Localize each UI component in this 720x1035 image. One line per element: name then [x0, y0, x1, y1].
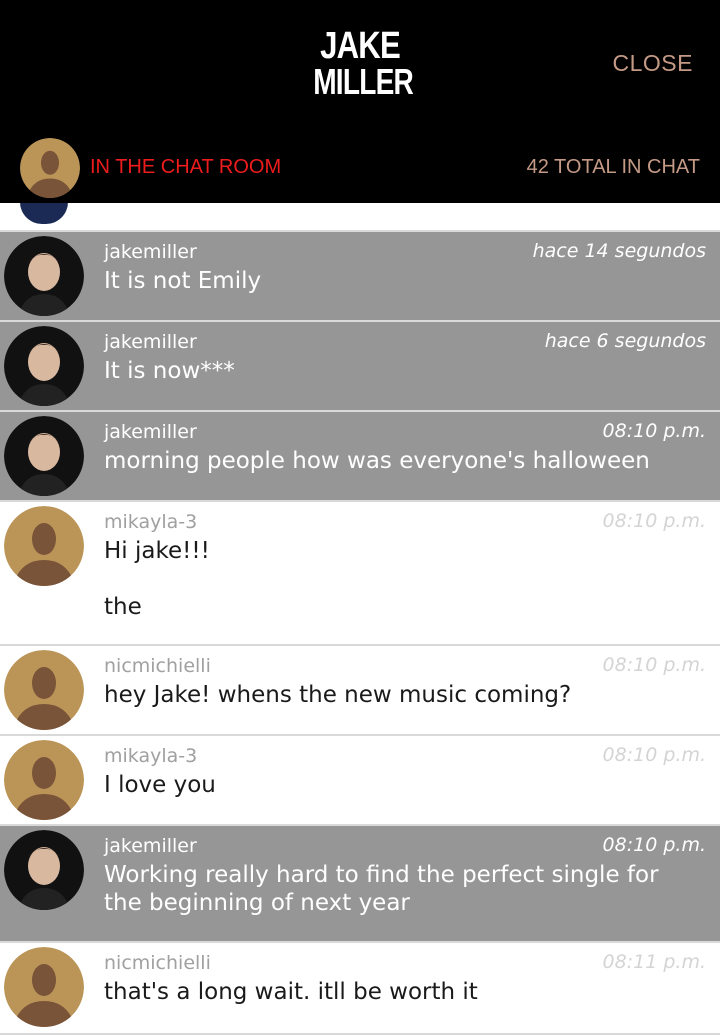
message-timestamp: 08:11 p.m. [602, 951, 706, 973]
host-avatar-icon [4, 830, 84, 910]
message-username: jakemiller [104, 835, 197, 857]
message-timestamp: hace 14 segundos [532, 240, 706, 262]
avatar [4, 650, 84, 730]
message-username: mikayla-3 [104, 511, 198, 533]
message-timestamp: 08:10 p.m. [602, 834, 706, 856]
default-avatar-icon [4, 740, 84, 820]
message-timestamp: 08:10 p.m. [602, 420, 706, 442]
message-item: nicmichielli 08:10 p.m. hey Jake! whens … [0, 646, 720, 736]
host-avatar-icon [4, 326, 84, 406]
avatar [4, 326, 84, 406]
message-list[interactable]: jakemiller hace 14 segundos It is not Em… [0, 140, 720, 1035]
message-username: jakemiller [104, 331, 197, 353]
message-text: Working really hard to find the perfect … [104, 862, 659, 916]
total-in-chat-count: 42 TOTAL IN CHAT [526, 156, 700, 178]
default-avatar-icon [4, 506, 84, 586]
avatar [4, 416, 84, 496]
message-timestamp: 08:10 p.m. [602, 654, 706, 676]
message-text: Hi jake!!! [104, 538, 210, 564]
logo-line-1: JAKE [320, 25, 401, 67]
default-avatar-icon [4, 947, 84, 1027]
message-item: jakemiller 08:10 p.m. Working really har… [0, 826, 720, 943]
message-username: nicmichielli [104, 655, 211, 677]
default-avatar-icon [4, 650, 84, 730]
avatar [4, 506, 84, 586]
close-button[interactable]: CLOSE [613, 50, 693, 77]
message-item: mikayla-3 08:10 p.m. Hi jake!!! the [0, 502, 720, 646]
chat-room-bar: IN THE CHAT ROOM 42 TOTAL IN CHAT [0, 135, 720, 203]
message-text: morning people how was everyone's hallow… [104, 448, 650, 474]
message-item: jakemiller 08:10 p.m. morning people how… [0, 412, 720, 502]
avatar [4, 947, 84, 1027]
message-item: nicmichielli 08:11 p.m. that's a long wa… [0, 943, 720, 1035]
message-item: mikayla-3 08:10 p.m. I love you [0, 736, 720, 826]
message-text-line2: the [104, 594, 142, 620]
avatar [4, 740, 84, 820]
message-timestamp: hace 6 segundos [544, 330, 706, 352]
host-avatar-icon [4, 236, 84, 316]
message-item: jakemiller hace 6 segundos It is now*** [0, 322, 720, 412]
message-username: jakemiller [104, 421, 197, 443]
message-text: I love you [104, 772, 216, 798]
message-username: mikayla-3 [104, 745, 198, 767]
message-username: nicmichielli [104, 952, 211, 974]
current-user-avatar[interactable] [20, 138, 80, 198]
message-text: It is now*** [104, 358, 235, 384]
host-avatar-icon [4, 416, 84, 496]
message-text: hey Jake! whens the new music coming? [104, 682, 572, 708]
logo-line-2: MILLER [313, 61, 414, 102]
message-username: jakemiller [104, 241, 197, 263]
artist-logo: JAKE MILLER [300, 25, 420, 102]
avatar [4, 830, 84, 910]
default-avatar-icon [20, 138, 80, 198]
message-timestamp: 08:10 p.m. [602, 510, 706, 532]
message-timestamp: 08:10 p.m. [602, 744, 706, 766]
in-chat-room-label: IN THE CHAT ROOM [90, 156, 282, 178]
message-text: It is not Emily [104, 268, 262, 294]
message-item: jakemiller hace 14 segundos It is not Em… [0, 232, 720, 322]
message-text: that's a long wait. itll be worth it [104, 979, 478, 1005]
avatar [4, 236, 84, 316]
chat-header: JAKE MILLER CLOSE IN THE CHAT ROOM 42 TO… [0, 0, 720, 203]
